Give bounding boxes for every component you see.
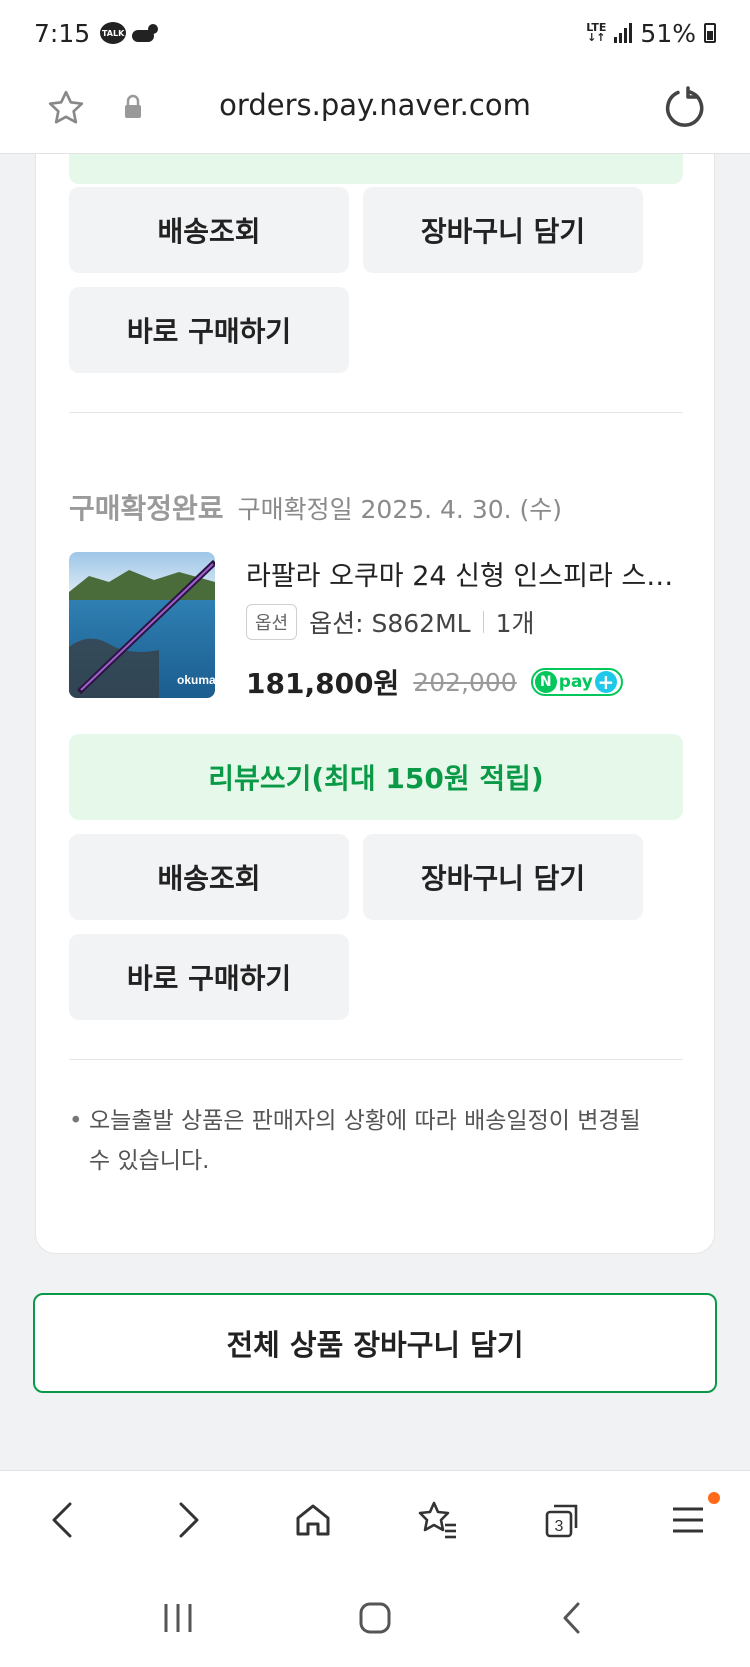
write-review-button[interactable]: 리뷰쓰기(최대 150원 적립) xyxy=(69,734,683,820)
confirm-date: 구매확정일 2025. 4. 30. (수) xyxy=(237,495,563,524)
status-system-icons: LTE ↓↑ 51% xyxy=(586,19,716,48)
battery-icon xyxy=(704,23,716,43)
system-navigation-bar xyxy=(0,1568,750,1667)
price-row: 181,800원 202,000 N pay + xyxy=(246,662,623,702)
npay-n-icon: N xyxy=(534,671,557,693)
recent-apps-icon[interactable] xyxy=(150,1590,206,1646)
bookmarks-icon[interactable] xyxy=(410,1492,466,1548)
lte-icon: LTE ↓↑ xyxy=(586,21,607,44)
shipping-notice: 오늘출발 상품은 판매자의 상황에 따라 배송일정이 변경될 수 있습니다. xyxy=(69,1101,669,1181)
plus-icon: + xyxy=(594,671,617,693)
quantity: 1개 xyxy=(495,609,535,638)
add-to-cart-button[interactable]: 장바구니 담기 xyxy=(363,834,643,920)
forward-icon[interactable] xyxy=(160,1492,216,1548)
home-button-icon[interactable] xyxy=(347,1590,403,1646)
system-back-icon[interactable] xyxy=(544,1590,600,1646)
product-name[interactable]: 라팔라 오쿠마 24 신형 인스피라 스피닝 로드 xyxy=(246,554,686,593)
status-notification-icons: TALK xyxy=(100,22,159,44)
status-time: 7:15 xyxy=(34,18,91,48)
price-current: 181,800원 xyxy=(246,667,400,700)
buy-now-button[interactable]: 바로 구매하기 xyxy=(69,287,349,373)
track-delivery-button[interactable]: 배송조회 xyxy=(69,834,349,920)
signal-icon xyxy=(614,23,633,43)
home-icon[interactable] xyxy=(285,1492,341,1548)
add-to-cart-button[interactable]: 장바구니 담기 xyxy=(363,187,643,273)
browser-toolbar: 3 xyxy=(0,1470,750,1568)
review-button-partial[interactable] xyxy=(69,154,683,184)
battery-level: 51% xyxy=(640,18,696,48)
option-separator xyxy=(482,611,484,633)
status-title: 구매확정완료 xyxy=(69,492,224,525)
url-text[interactable]: orders.pay.naver.com xyxy=(0,88,750,122)
option-row: 옵션 옵션: S862ML 1개 xyxy=(246,604,535,640)
address-bar: orders.pay.naver.com xyxy=(0,66,750,154)
npay-plus-badge: N pay + xyxy=(530,668,623,696)
menu-icon[interactable] xyxy=(660,1491,720,1548)
price-original: 202,000 xyxy=(413,667,517,697)
npay-label: pay xyxy=(558,672,593,692)
kakaotalk-icon: TALK xyxy=(100,22,127,44)
order-card: 배송조회 장바구니 담기 바로 구매하기 구매확정완료 구매확정일 2025. … xyxy=(35,154,715,1254)
add-all-to-cart-button[interactable]: 전체 상품 장바구니 담기 xyxy=(33,1293,717,1393)
divider xyxy=(69,1059,683,1060)
tab-count: 3 xyxy=(554,1518,563,1535)
order-status: 구매확정완료 구매확정일 2025. 4. 30. (수) xyxy=(69,487,562,527)
weather-icon xyxy=(132,24,159,42)
divider xyxy=(69,412,683,413)
product-image[interactable]: okuma xyxy=(69,552,215,698)
option-badge: 옵션 xyxy=(246,604,298,640)
option-value: 옵션: S862ML xyxy=(309,609,471,638)
status-bar: 7:15 TALK LTE ↓↑ 51% xyxy=(0,0,750,66)
tabs-icon[interactable]: 3 xyxy=(535,1492,591,1548)
track-delivery-button[interactable]: 배송조회 xyxy=(69,187,349,273)
svg-text:okuma: okuma xyxy=(177,673,215,687)
buy-now-button[interactable]: 바로 구매하기 xyxy=(69,934,349,1020)
notification-dot xyxy=(707,1491,720,1504)
back-icon[interactable] xyxy=(35,1492,91,1548)
reload-icon[interactable] xyxy=(660,84,708,132)
